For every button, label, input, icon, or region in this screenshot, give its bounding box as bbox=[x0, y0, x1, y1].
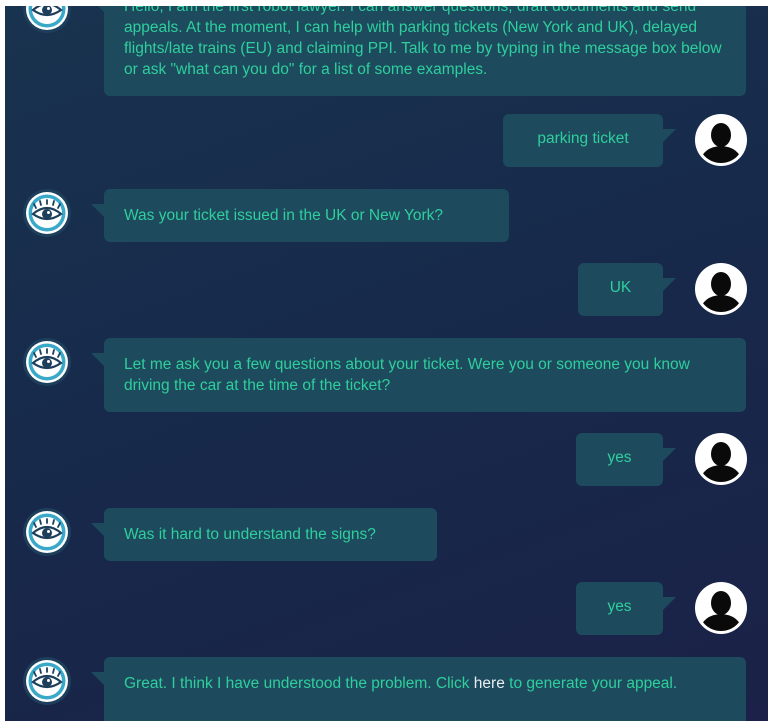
eye-icon bbox=[22, 6, 72, 34]
eye-icon bbox=[22, 507, 72, 557]
user-silhouette-icon bbox=[695, 263, 747, 315]
bot-message-bubble: Let me ask you a few questions about you… bbox=[91, 338, 746, 412]
user-message-bubble: yes bbox=[576, 433, 676, 486]
eye-icon bbox=[22, 656, 72, 706]
message-text: to generate your appeal. bbox=[504, 675, 678, 692]
eye-icon bbox=[22, 188, 72, 238]
message-text: Great. I think I have understood the pro… bbox=[124, 675, 474, 692]
bot-message-bubble: Great. I think I have understood the pro… bbox=[91, 657, 746, 721]
bot-message-bubble: Was your ticket issued in the UK or New … bbox=[91, 189, 509, 242]
generate-appeal-link[interactable]: here bbox=[474, 675, 505, 692]
user-silhouette-icon bbox=[695, 114, 747, 166]
eye-icon bbox=[22, 337, 72, 387]
user-silhouette-icon bbox=[695, 433, 747, 485]
chat-window[interactable]: Hello, I am the first robot lawyer. I ca… bbox=[5, 6, 768, 721]
bot-message-bubble: Was it hard to understand the signs? bbox=[91, 508, 437, 561]
user-silhouette-icon bbox=[695, 582, 747, 634]
user-message-bubble: yes bbox=[576, 582, 676, 635]
user-message-bubble: UK bbox=[578, 263, 676, 316]
user-message-bubble: parking ticket bbox=[503, 114, 676, 167]
bot-message-bubble: Hello, I am the first robot lawyer. I ca… bbox=[91, 6, 746, 96]
